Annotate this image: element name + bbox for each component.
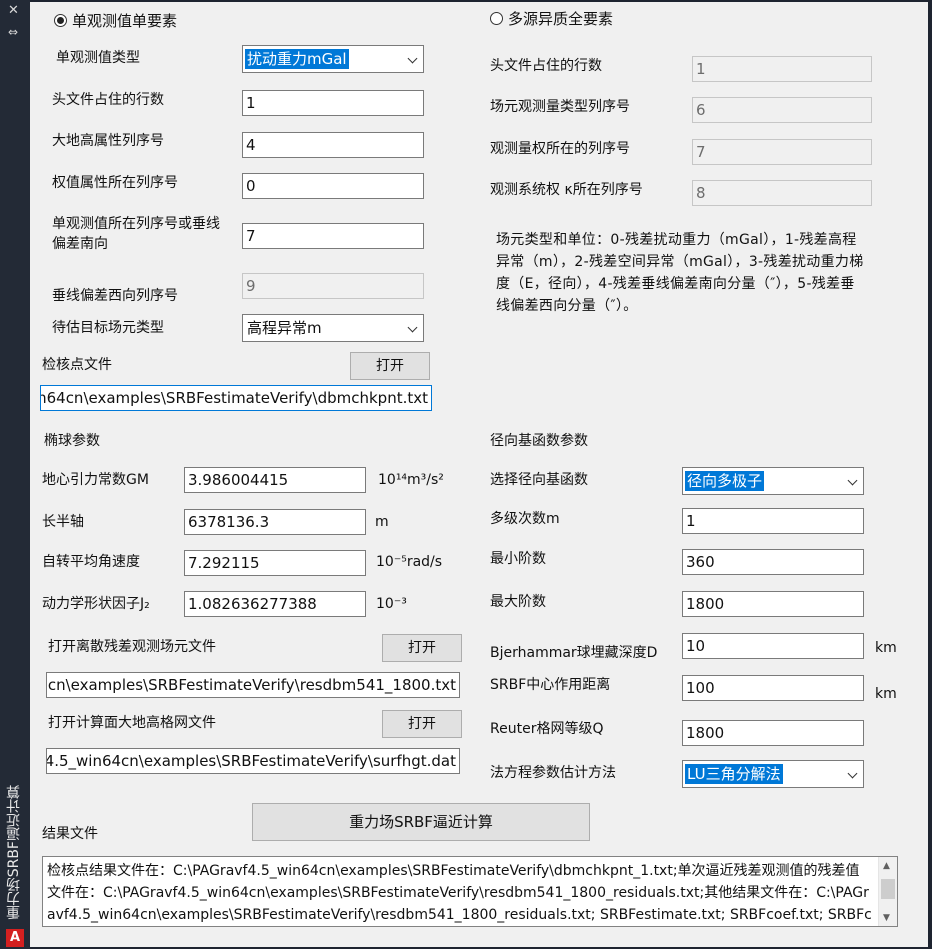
sys-weight-col-input[interactable]: 8 <box>692 180 872 206</box>
rbf-func-select[interactable]: 径向多极子 <box>682 467 864 495</box>
single-element-label: 单观测值单要素 <box>72 12 178 30</box>
rbf-func-label: 选择径向基函数 <box>490 472 588 488</box>
gm-input[interactable]: 3.986004415 <box>184 467 366 493</box>
obs-col-input[interactable]: 7 <box>242 223 424 249</box>
compute-srbf-button[interactable]: 重力场SRBF逼近计算 <box>252 803 590 841</box>
method-select[interactable]: LU三角分解法 <box>682 760 864 788</box>
obs-type-value: 扰动重力mGal <box>245 49 349 69</box>
j2-input[interactable]: 1.082636277388 <box>184 591 366 617</box>
order-input[interactable]: 1 <box>682 508 864 534</box>
result-text: 检核点结果文件在：C:\PAGravf4.5_win64cn\examples\… <box>47 863 872 923</box>
header-rows-label: 头文件占住的行数 <box>52 92 164 108</box>
obs-col-label: 单观测值所在列序号或垂线偏差南向 <box>52 216 220 252</box>
radio-unchecked-icon <box>490 12 503 25</box>
center-distance-label: SRBF中心作用距离 <box>490 677 611 693</box>
west-col-label: 垂线偏差西向列序号 <box>52 288 178 304</box>
semi-major-input[interactable]: 6378136.3 <box>184 509 366 535</box>
order-label: 多级次数m <box>490 511 560 527</box>
center-distance-input[interactable]: 100 <box>682 675 864 701</box>
gm-label: 地心引力常数GM <box>42 472 149 488</box>
residual-open-button[interactable]: 打开 <box>382 634 462 662</box>
gm-unit: 10¹⁴m³/s² <box>378 472 444 488</box>
obs-type-select[interactable]: 扰动重力mGal <box>242 45 424 73</box>
west-col-input[interactable]: 9 <box>242 273 424 299</box>
autocad-logo-icon: A <box>6 929 24 947</box>
type-col-input[interactable]: 6 <box>692 97 872 123</box>
rbf-func-value: 径向多极子 <box>685 471 765 491</box>
target-type-label: 待估目标场元类型 <box>52 320 164 336</box>
check-open-button[interactable]: 打开 <box>350 352 430 380</box>
header-rows-input[interactable]: 1 <box>242 90 424 116</box>
depth-unit: km <box>875 640 897 656</box>
side-panel-bar: ✕ ⇔ 重力场SRBF逼近计算 A <box>0 0 30 949</box>
max-degree-label: 最大阶数 <box>490 594 546 610</box>
weight-col-input[interactable]: 0 <box>242 173 424 199</box>
field-type-note: 场元类型和单位：0-残差扰动重力（mGal），1-残差高程异常（m），2-残差空… <box>496 232 864 314</box>
multi-header-rows-label: 头文件占住的行数 <box>490 58 602 74</box>
surface-file-label: 打开计算面大地高格网文件 <box>48 715 216 731</box>
radio-checked-icon <box>54 14 67 27</box>
sys-weight-col-label: 观测系统权 κ所在列序号 <box>490 182 643 198</box>
target-type-value: 高程异常m <box>247 319 322 337</box>
main-panel: 单观测值单要素 多源异质全要素 单观测值类型 扰动重力mGal 头文件占住的行数… <box>30 2 928 947</box>
reuter-input[interactable]: 1800 <box>682 720 864 746</box>
obs-type-label: 单观测值类型 <box>56 50 140 66</box>
depth-label: Bjerhammar球埋藏深度D <box>490 645 658 661</box>
min-degree-label: 最小阶数 <box>490 551 546 567</box>
residual-file-input[interactable]: C:\PAGravf4.5_win64cn\examples\SRBFestim… <box>46 672 460 698</box>
weight-col-label: 权值属性所在列序号 <box>52 175 178 191</box>
method-value: LU三角分解法 <box>685 764 783 784</box>
depth-input[interactable]: 10 <box>682 633 864 659</box>
method-label: 法方程参数估计方法 <box>490 765 616 781</box>
panel-title: 重力场SRBF逼近计算 <box>6 784 22 919</box>
chevron-down-icon <box>407 53 418 64</box>
multi-header-rows-input[interactable]: 1 <box>692 56 872 82</box>
target-type-select[interactable]: 高程异常m <box>242 314 424 342</box>
j2-unit: 10⁻³ <box>376 596 407 612</box>
ellipsoid-title: 椭球参数 <box>44 433 100 449</box>
height-col-label: 大地高属性列序号 <box>52 133 164 149</box>
rbf-title: 径向基函数参数 <box>490 433 588 449</box>
residual-file-label: 打开离散残差观测场元文件 <box>48 639 216 655</box>
height-col-input[interactable]: 4 <box>242 132 424 158</box>
scroll-thumb[interactable] <box>881 879 895 899</box>
chevron-down-icon <box>407 322 418 333</box>
omega-label: 自转平均角速度 <box>42 554 140 570</box>
result-file-label: 结果文件 <box>42 826 98 842</box>
type-col-label: 场元观测量类型列序号 <box>490 99 630 115</box>
semi-major-unit: m <box>375 514 389 530</box>
close-icon[interactable]: ✕ <box>8 4 19 18</box>
max-degree-input[interactable]: 1800 <box>682 591 864 617</box>
multi-source-radio[interactable]: 多源异质全要素 <box>490 8 613 29</box>
chevron-down-icon <box>847 475 858 486</box>
omega-unit: 10⁻⁵rad/s <box>376 554 443 570</box>
multi-source-label: 多源异质全要素 <box>508 10 614 28</box>
check-file-label: 检核点文件 <box>42 357 112 373</box>
pin-icon[interactable]: ⇔ <box>8 25 18 39</box>
check-file-input[interactable]: C:\PAGravf4.5_win64cn\examples\SRBFestim… <box>40 385 432 411</box>
scroll-down-icon[interactable]: ▼ <box>883 913 890 923</box>
omega-input[interactable]: 7.292115 <box>184 550 366 576</box>
chevron-down-icon <box>847 768 858 779</box>
min-degree-input[interactable]: 360 <box>682 549 864 575</box>
j2-label: 动力学形状因子J₂ <box>42 596 150 612</box>
reuter-label: Reuter格网等级Q <box>490 721 604 737</box>
single-element-radio[interactable]: 单观测值单要素 <box>54 10 177 31</box>
result-textarea[interactable]: 检核点结果文件在：C:\PAGravf4.5_win64cn\examples\… <box>42 856 898 927</box>
multi-weight-col-label: 观测量权所在的列序号 <box>490 141 630 157</box>
center-distance-unit: km <box>875 686 897 702</box>
surface-file-input[interactable]: C:\PAGravf4.5_win64cn\examples\SRBFestim… <box>46 748 460 774</box>
scroll-up-icon[interactable]: ▲ <box>883 861 890 871</box>
surface-open-button[interactable]: 打开 <box>382 710 462 738</box>
semi-major-label: 长半轴 <box>42 514 84 530</box>
multi-weight-col-input[interactable]: 7 <box>692 139 872 165</box>
result-scrollbar[interactable]: ▲ ▼ <box>878 857 897 926</box>
